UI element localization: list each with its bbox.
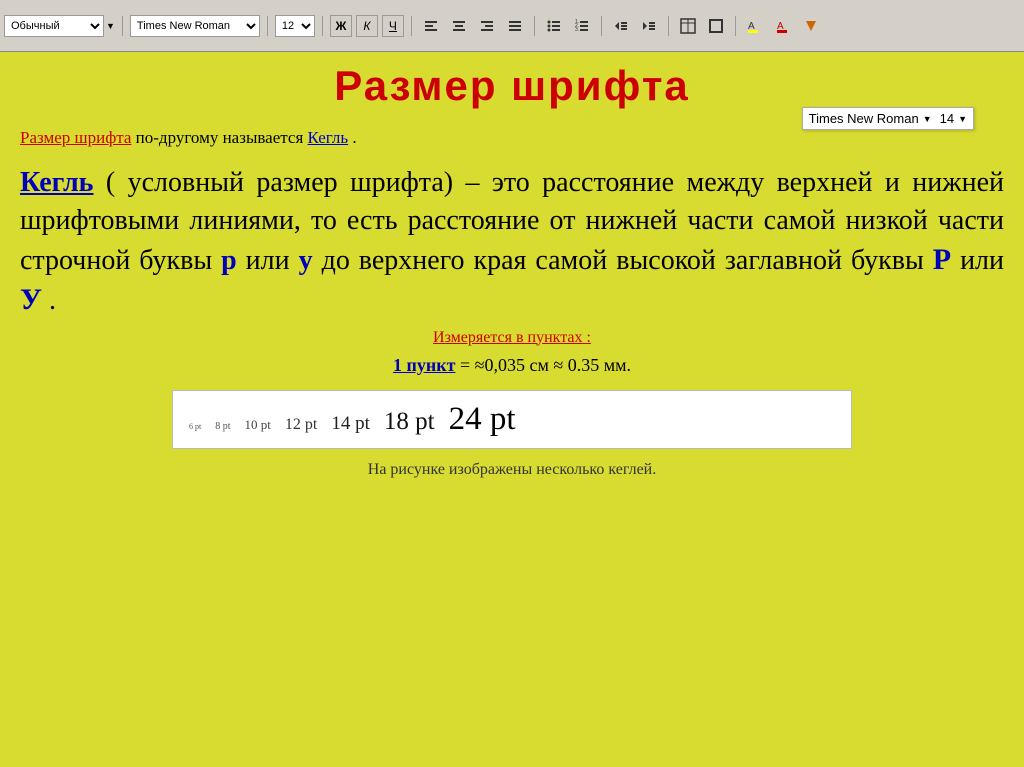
align-justify-icon bbox=[507, 18, 523, 34]
size-group: 12 bbox=[275, 15, 315, 37]
separator-8 bbox=[735, 16, 736, 36]
font-preview-box: Times New Roman ▼ 14 ▼ bbox=[802, 107, 974, 130]
list-bullet-button[interactable] bbox=[542, 15, 566, 37]
demo-12pt: 12 pt bbox=[285, 416, 317, 434]
font-select[interactable]: Times New Roman bbox=[130, 15, 260, 37]
align-right-button[interactable] bbox=[475, 15, 499, 37]
list-bullet-icon bbox=[546, 18, 562, 34]
separator-4 bbox=[411, 16, 412, 36]
def-letter-p: р bbox=[221, 245, 237, 276]
demo-18pt: 18 pt bbox=[384, 408, 435, 436]
point-rest: = ≈0,035 см ≈ 0.35 мм. bbox=[460, 355, 631, 375]
def-rest-2: до верхнего края самой высокой заглавной… bbox=[322, 245, 933, 276]
border-icon bbox=[708, 18, 724, 34]
demo-8pt: 8 pt bbox=[215, 421, 230, 432]
triangle-button[interactable] bbox=[799, 15, 823, 37]
def-or-2: или bbox=[960, 245, 1004, 276]
list-numbered-icon: 1. 2. 3. bbox=[574, 18, 590, 34]
font-preview-name: Times New Roman bbox=[809, 111, 919, 126]
style-dropdown-arrow: ▼ bbox=[106, 21, 115, 31]
fontsize-demo-box: 6 pt 8 pt 10 pt 12 pt 14 pt 18 pt 24 pt bbox=[172, 390, 852, 449]
demo-14pt: 14 pt bbox=[331, 413, 370, 435]
bold-button[interactable]: Ж bbox=[330, 15, 352, 37]
separator-3 bbox=[322, 16, 323, 36]
font-size-arrow[interactable]: ▼ bbox=[958, 114, 967, 124]
font-preview-size: 14 bbox=[940, 111, 954, 126]
def-term-kegel: Кегль bbox=[20, 167, 93, 198]
page-title: Размер шрифта bbox=[334, 62, 690, 109]
align-center-icon bbox=[451, 18, 467, 34]
measure-text: Измеряется в пунктах bbox=[433, 329, 583, 346]
align-center-button[interactable] bbox=[447, 15, 471, 37]
point-bold: 1 пункт bbox=[393, 355, 455, 375]
align-justify-button[interactable] bbox=[503, 15, 527, 37]
subtitle-link-kegel[interactable]: Кегль bbox=[308, 128, 349, 147]
toolbar-row1: Обычный ▼ Times New Roman 12 Ж К Ч bbox=[0, 0, 1024, 52]
triangle-icon bbox=[806, 21, 816, 31]
font-color-icon: A bbox=[775, 19, 791, 33]
font-group: Times New Roman bbox=[130, 15, 260, 37]
measure-colon: : bbox=[587, 329, 591, 346]
separator-7 bbox=[668, 16, 669, 36]
font-preview-arrow[interactable]: ▼ bbox=[923, 114, 932, 124]
subtitle-line: Размер шрифта по-другому называется Кегл… bbox=[20, 128, 1004, 148]
indent-increase-button[interactable] bbox=[637, 15, 661, 37]
underline-button[interactable]: Ч bbox=[382, 15, 404, 37]
align-right-icon bbox=[479, 18, 495, 34]
style-select[interactable]: Обычный bbox=[4, 15, 104, 37]
measure-link[interactable]: Измеряется в пунктах : bbox=[433, 329, 591, 346]
caption-text: На рисунке изображены несколько кеглей. bbox=[368, 461, 656, 478]
def-or-1: или bbox=[246, 245, 299, 276]
style-group: Обычный ▼ bbox=[4, 15, 115, 37]
table-icon bbox=[680, 18, 696, 34]
highlight-color-button[interactable]: A bbox=[743, 15, 767, 37]
subtitle-dot: . bbox=[352, 128, 356, 147]
demo-10pt: 10 pt bbox=[245, 417, 271, 433]
definition-block: Кегль ( условный размер шрифта) – это ра… bbox=[20, 164, 1004, 321]
table-button[interactable] bbox=[676, 15, 700, 37]
measure-line: Измеряется в пунктах : bbox=[20, 329, 1004, 347]
def-letter-y: у bbox=[299, 245, 313, 276]
font-color-button[interactable]: A bbox=[771, 15, 795, 37]
demo-6pt: 6 pt bbox=[189, 422, 201, 431]
subtitle-text-middle: по-другому называется bbox=[136, 128, 308, 147]
point-def-line: 1 пункт = ≈0,035 см ≈ 0.35 мм. bbox=[20, 355, 1004, 376]
separator-1 bbox=[122, 16, 123, 36]
align-left-icon bbox=[423, 18, 439, 34]
align-left-button[interactable] bbox=[419, 15, 443, 37]
list-numbered-button[interactable]: 1. 2. 3. bbox=[570, 15, 594, 37]
border-button[interactable] bbox=[704, 15, 728, 37]
indent-increase-icon bbox=[641, 18, 657, 34]
separator-2 bbox=[267, 16, 268, 36]
indent-decrease-button[interactable] bbox=[609, 15, 633, 37]
svg-text:3.: 3. bbox=[575, 27, 579, 33]
def-dot: . bbox=[49, 285, 56, 316]
main-area: Размер шрифта Times New Roman ▼ 14 ▼ Раз… bbox=[0, 52, 1024, 767]
indent-decrease-icon bbox=[613, 18, 629, 34]
size-select[interactable]: 12 bbox=[275, 15, 315, 37]
def-letter-P: Р bbox=[933, 243, 951, 276]
subtitle-link-size[interactable]: Размер шрифта bbox=[20, 128, 131, 147]
demo-24pt: 24 pt bbox=[449, 401, 516, 438]
title-section: Размер шрифта bbox=[20, 62, 1004, 110]
demo-caption: На рисунке изображены несколько кеглей. bbox=[20, 461, 1004, 479]
separator-5 bbox=[534, 16, 535, 36]
highlight-icon: A bbox=[747, 19, 763, 33]
def-letter-Y: У bbox=[20, 283, 42, 316]
separator-6 bbox=[601, 16, 602, 36]
italic-button[interactable]: К bbox=[356, 15, 378, 37]
